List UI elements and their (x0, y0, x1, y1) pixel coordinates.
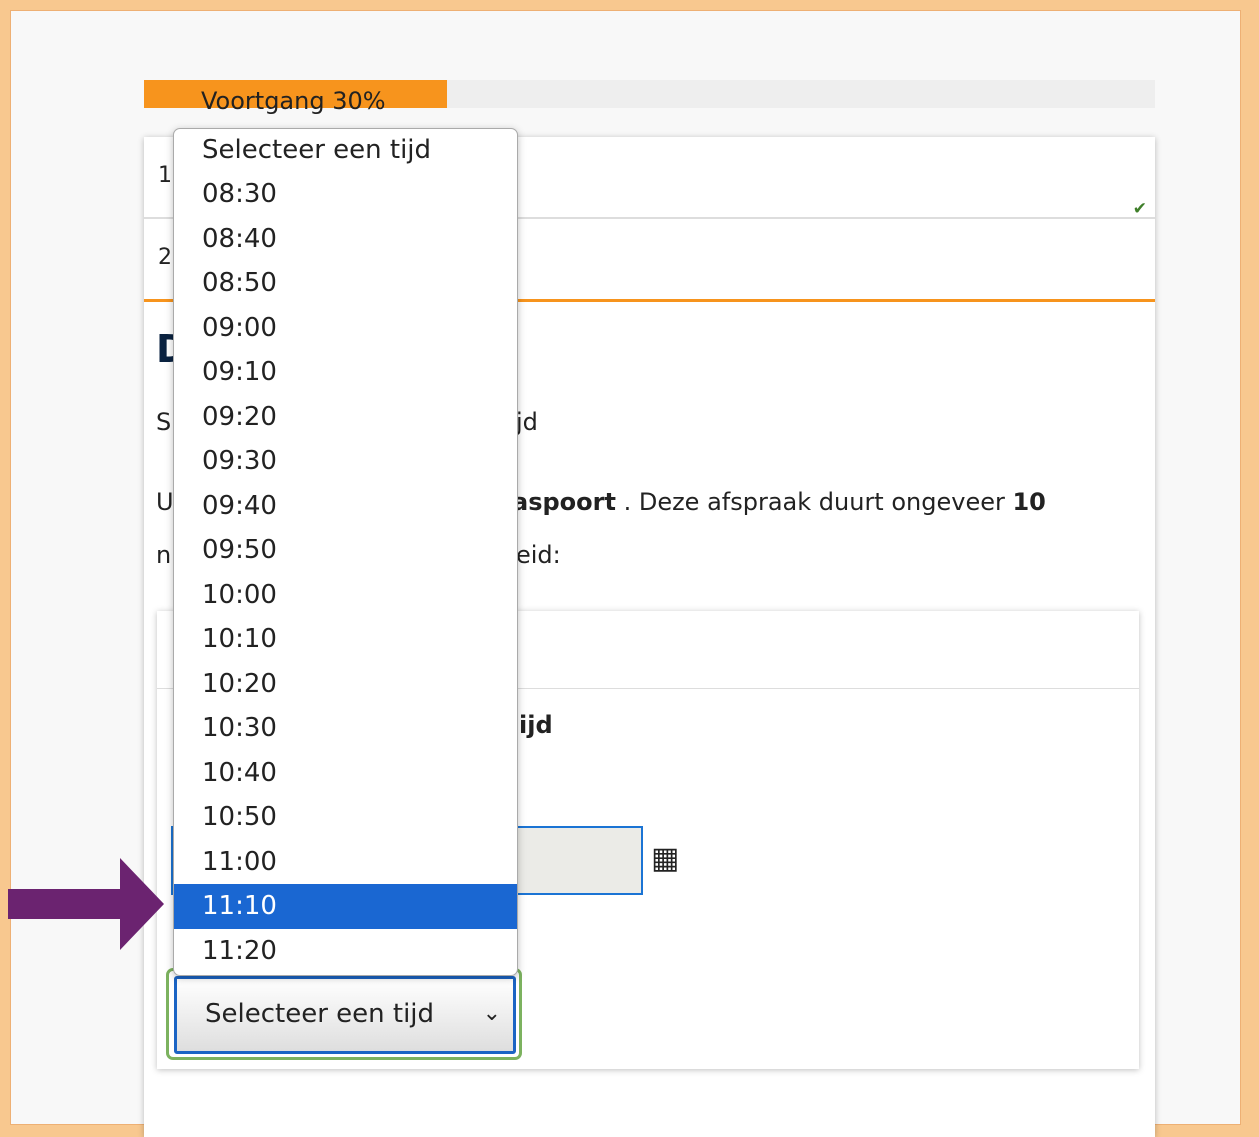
dropdown-option[interactable]: 10:50 (174, 795, 517, 840)
dropdown-option-placeholder[interactable]: Selecteer een tijd (174, 129, 517, 172)
time-select[interactable]: Selecteer een tijd ⌄ (174, 976, 516, 1054)
product-text-left: U (156, 488, 174, 516)
dropdown-option[interactable]: 10:40 (174, 751, 517, 796)
dropdown-option[interactable]: 09:20 (174, 395, 517, 440)
dropdown-option[interactable]: 08:30 (174, 172, 517, 217)
dropdown-option[interactable]: 10:00 (174, 573, 517, 618)
progress-label: Voortgang 30% (201, 87, 386, 115)
dropdown-option[interactable]: 11:00 (174, 840, 517, 885)
product-text-right: aspoort . Deze afspraak duurt ongeveer 1… (512, 488, 1046, 516)
dropdown-option[interactable]: 10:30 (174, 706, 517, 751)
dropdown-option[interactable]: 10:20 (174, 662, 517, 707)
product-name: aspoort (512, 488, 616, 516)
duration-minutes: 10 (1012, 488, 1046, 516)
dropdown-option[interactable]: 11:10 (174, 884, 517, 929)
arrow-shape (8, 858, 164, 950)
dropdown-option[interactable]: 10:10 (174, 617, 517, 662)
dropdown-option[interactable]: 08:40 (174, 217, 517, 262)
time-select-value: Selecteer een tijd (205, 999, 435, 1029)
choice-text-right: eid: (516, 541, 561, 569)
duration-text: . Deze afspraak duurt ongeveer (615, 488, 1013, 516)
dropdown-option[interactable]: 09:10 (174, 350, 517, 395)
check-icon: ✔ (1132, 199, 1147, 219)
dropdown-option[interactable]: 09:00 (174, 306, 517, 351)
step-number: 1 (158, 163, 172, 188)
time-dropdown-list[interactable]: Selecteer een tijd 08:30 08:40 08:50 09:00 09… (173, 128, 518, 976)
date-time-title: ijd (519, 711, 553, 739)
dropdown-option[interactable]: 09:30 (174, 439, 517, 484)
chevron-down-icon: ⌄ (482, 1001, 501, 1026)
step-number: 2 (158, 245, 172, 270)
intro-text-right: jd (516, 408, 538, 436)
time-select-wrapper: Selecteer een tijd ⌄ (166, 968, 522, 1060)
choice-text-left: n (156, 541, 172, 569)
progress-bar: Voortgang 30% (144, 80, 1155, 115)
dropdown-option[interactable]: 09:50 (174, 528, 517, 573)
dropdown-option[interactable]: 08:50 (174, 261, 517, 306)
dropdown-option[interactable]: 11:20 (174, 929, 517, 974)
arrow-pointer-icon (8, 858, 164, 950)
intro-text-left: S (156, 408, 172, 436)
dropdown-option[interactable]: 09:40 (174, 484, 517, 529)
calendar-icon[interactable]: ▦ (651, 841, 679, 876)
